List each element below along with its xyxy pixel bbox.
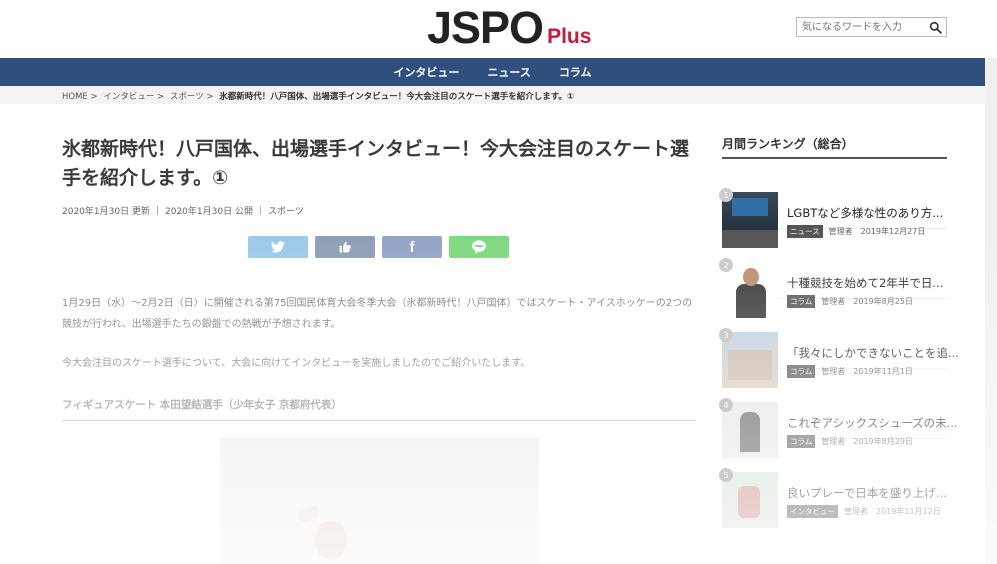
article: 氷都新時代！八戸国体、出場選手インタビュー！今大会注目のスケート選手を紹介します… — [62, 135, 696, 564]
post-date: 2019年11月12日 — [876, 507, 941, 516]
ranking-item[interactable]: 2 十種競技を始めて2年半で日... コラム 管理者 2019年8月25日 — [719, 229, 947, 318]
ranking-item[interactable]: 1 LGBTなど多様な性のあり方... ニュース 管理者 2019年12月27日 — [719, 159, 947, 248]
ranking-item-title[interactable]: これぞアシックスシューズの未... — [787, 415, 958, 431]
nav-item-news[interactable]: ニュース — [487, 64, 530, 80]
photo-face-shape — [315, 520, 347, 560]
facebook-icon: f — [409, 238, 415, 256]
main-nav: インタビュー ニュース コラム — [0, 58, 985, 86]
rank-badge: 1 — [719, 188, 733, 202]
meta-divider: | — [258, 205, 262, 216]
thumbs-up-icon — [339, 241, 351, 253]
rank-badge: 2 — [719, 258, 733, 272]
article-paragraph: 今大会注目のスケート選手について、大会に向けてインタビューを実施しましたのでご紹… — [62, 358, 531, 369]
published-date: 2020年1月30日 公開 — [165, 207, 253, 217]
ranking-item-meta: インタビュー 管理者 2019年11月12日 — [787, 505, 941, 518]
nav-item-interview[interactable]: インタビュー — [393, 64, 459, 80]
facebook-share-button[interactable]: f — [382, 236, 442, 258]
site-header: JSPO Plus — [0, 0, 997, 58]
scrollbar[interactable] — [985, 58, 997, 564]
article-paragraph: 1月29日（水）～2月2日（日）に開催される第75回国民体育大会冬季大会（氷都新… — [62, 298, 693, 330]
ranking-item[interactable]: 5 良いプレーで日本を盛り上げ... インタビュー 管理者 2019年11月12… — [719, 439, 947, 528]
breadcrumb-home[interactable]: HOME > — [62, 92, 98, 102]
twitter-share-button[interactable] — [248, 236, 308, 258]
search-icon[interactable] — [929, 21, 942, 34]
author-name: 管理者 — [844, 507, 868, 516]
nav-item-column[interactable]: コラム — [559, 64, 592, 80]
ranking-item-title[interactable]: 十種競技を始めて2年半で日... — [787, 275, 943, 291]
ranking-item-title[interactable]: LGBTなど多様な性のあり方... — [787, 205, 943, 221]
breadcrumb: HOME > インタビュー > スポーツ > 氷都新時代！八戸国体、出場選手イン… — [62, 90, 577, 102]
section-heading: フィギュアスケート 本田望結選手（少年女子 京都府代表） — [62, 397, 696, 421]
article-body: 1月29日（水）～2月2日（日）に開催される第75回国民体育大会冬季大会（氷都新… — [62, 293, 696, 374]
logo-sub-text: Plus — [547, 25, 592, 48]
ranking-sidebar: 月間ランキング（総合） 1 LGBTなど多様な性のあり方... ニュース 管理者… — [719, 135, 959, 528]
line-icon — [472, 240, 486, 254]
rank-badge: 3 — [719, 328, 733, 342]
share-buttons: f — [248, 236, 509, 258]
search-input[interactable] — [797, 18, 923, 36]
twitter-icon — [271, 241, 285, 253]
ranking-item-title[interactable]: 良いプレーで日本を盛り上げ... — [787, 485, 947, 501]
rank-badge: 4 — [719, 398, 733, 412]
breadcrumb-current: 氷都新時代！八戸国体、出場選手インタビュー！今大会注目のスケート選手を紹介します… — [219, 92, 575, 102]
logo-main-text: JSPO — [427, 2, 544, 53]
breadcrumb-interview[interactable]: インタビュー > — [103, 92, 164, 102]
category-tag[interactable]: インタビュー — [787, 505, 838, 518]
photo-arm-shape — [296, 503, 322, 525]
updated-date: 2020年1月30日 更新 — [62, 207, 150, 217]
ranking-item[interactable]: 4 これぞアシックスシューズの未... コラム 管理者 2019年8月29日 — [719, 369, 958, 458]
athlete-photo — [220, 438, 539, 564]
rank-badge: 5 — [719, 468, 733, 482]
ranking-thumbnail[interactable]: 5 — [719, 468, 778, 528]
breadcrumb-sports[interactable]: スポーツ > — [170, 92, 214, 102]
meta-divider: | — [155, 205, 159, 216]
line-share-button[interactable] — [449, 236, 509, 258]
article-meta: 2020年1月30日 更新 | 2020年1月30日 公開 | スポーツ — [62, 204, 696, 218]
ranking-item-title[interactable]: 「我々にしかできないことを追... — [787, 345, 959, 361]
page-title: 氷都新時代！八戸国体、出場選手インタビュー！今大会注目のスケート選手を紹介します… — [62, 138, 690, 189]
category-link[interactable]: スポーツ — [268, 204, 304, 217]
like-share-button[interactable] — [315, 236, 375, 258]
ranking-item[interactable]: 3 「我々にしかできないことを追... コラム 管理者 2019年11月1日 — [719, 299, 959, 388]
search-box — [796, 17, 947, 37]
ranking-title: 月間ランキング（総合） — [722, 135, 947, 159]
site-logo[interactable]: JSPO Plus — [427, 4, 591, 54]
